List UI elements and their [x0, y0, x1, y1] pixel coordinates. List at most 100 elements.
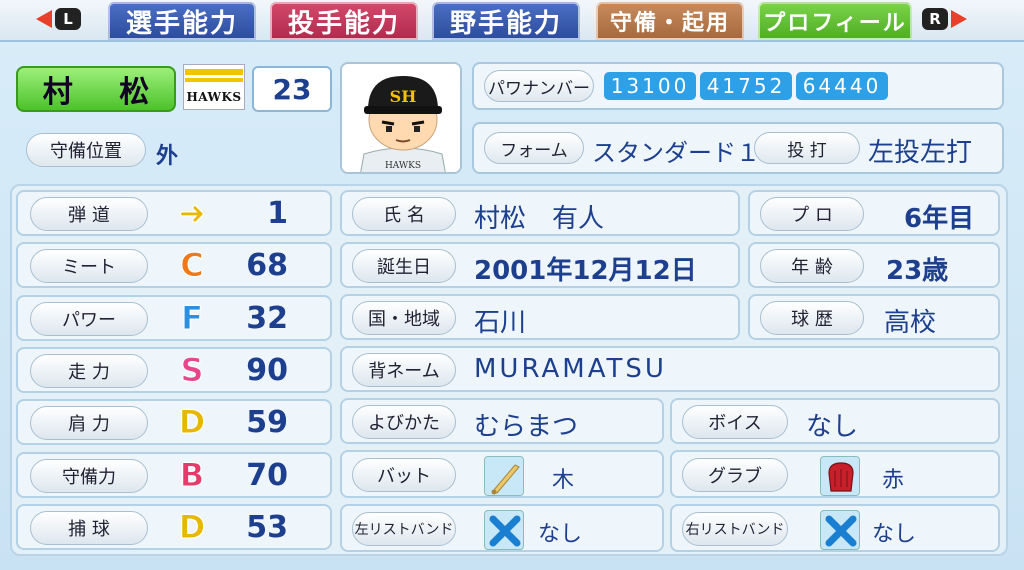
trajectory-arrow-icon: ➜ [178, 194, 206, 233]
power-number-3: 64440 [796, 72, 888, 100]
stat-row: ミート C 68 [16, 242, 332, 288]
team-logo: HAWKS [183, 64, 245, 110]
stat-label: 走 力 [30, 354, 148, 388]
stat-row: 弾 道 ➜ 1 [16, 190, 332, 236]
stat-label: 弾 道 [30, 197, 148, 231]
l-key: L [55, 8, 81, 30]
career-row: 球 歴 高校 [748, 294, 1000, 340]
stat-label: 肩 力 [30, 406, 148, 440]
right-wristband-row: 右リストバンド なし [670, 504, 1000, 552]
stat-grade: S [180, 351, 204, 390]
back-name-row: 背ネーム MURAMATSU [340, 346, 1000, 392]
stat-value: 53 [246, 510, 288, 545]
birthday-row: 誕生日 2001年12月12日 [340, 242, 740, 288]
power-number-panel: パワナンバー 13100 41752 64440 [472, 62, 1004, 110]
back-name-value: MURAMATSU [474, 354, 667, 384]
hand-value: 左投左打 [868, 138, 973, 168]
stat-value: 59 [246, 405, 288, 440]
voice-value: なし [806, 412, 859, 442]
none-x-icon [820, 510, 860, 550]
voice-row: ボイス なし [670, 398, 1000, 444]
stat-grade: D [178, 508, 206, 547]
tab-defense-usage[interactable]: 守備・起用 [596, 2, 744, 40]
tab-fielder-abilities[interactable]: 野手能力 [432, 2, 580, 40]
hand-label: 投 打 [754, 132, 860, 164]
power-number-1: 13100 [604, 72, 696, 100]
glove-row: グラブ 赤 [670, 450, 1000, 498]
form-panel: フォーム スタンダード１２７ 投 打 左投左打 [472, 122, 1004, 174]
r-key: R [922, 8, 948, 30]
screen: L 選手能力 投手能力 野手能力 守備・起用 プロフィール R 村 松 HAWK… [0, 0, 1024, 570]
bat-value: 木 [552, 468, 575, 493]
right-wristband-label: 右リストバンド [682, 512, 788, 546]
bat-icon [484, 456, 524, 496]
back-name-label: 背ネーム [352, 353, 456, 387]
uniform-number: 23 [252, 66, 332, 112]
stat-row: 走 力 S 90 [16, 347, 332, 393]
career-label: 球 歴 [760, 301, 864, 335]
stat-grade: D [178, 403, 206, 442]
player-name: 村 松 [16, 66, 176, 112]
glove-value: 赤 [882, 468, 905, 493]
arrow-right-icon [951, 10, 967, 28]
region-value: 石川 [474, 308, 527, 338]
reading-row: よびかた むらまつ [340, 398, 664, 444]
left-wristband-label: 左リストバンド [352, 512, 456, 546]
svg-text:SH: SH [390, 87, 417, 106]
pro-years-row: プ ロ 6年目 [748, 190, 1000, 236]
prev-tab-control[interactable]: L [36, 6, 81, 32]
right-wristband-value: なし [872, 522, 917, 547]
birthday-value: 2001年12月12日 [474, 256, 697, 286]
birthday-label: 誕生日 [352, 249, 456, 283]
age-label: 年 齢 [760, 249, 864, 283]
pro-years-label: プ ロ [760, 197, 864, 231]
stat-label: 捕 球 [30, 511, 148, 545]
tab-pitcher-abilities[interactable]: 投手能力 [270, 2, 418, 40]
stat-value: 70 [246, 458, 288, 493]
stat-value: 90 [246, 353, 288, 388]
stat-grade: B [179, 456, 205, 495]
voice-label: ボイス [682, 405, 788, 439]
stat-label: ミート [30, 249, 148, 283]
player-portrait: HAWKS SH [340, 62, 462, 174]
form-label: フォーム [484, 132, 584, 164]
left-wristband-row: 左リストバンド なし [340, 504, 664, 552]
left-wristband-value: なし [538, 522, 583, 547]
next-tab-control[interactable]: R [922, 6, 967, 32]
age-row: 年 齢 23歳 [748, 242, 1000, 288]
stat-row: 守備力 B 70 [16, 452, 332, 498]
career-value: 高校 [884, 308, 937, 338]
stat-value: 68 [246, 248, 288, 283]
age-value: 23歳 [886, 256, 949, 286]
stat-label: 守備力 [30, 459, 148, 493]
reading-label: よびかた [352, 405, 456, 439]
bat-row: バット 木 [340, 450, 664, 498]
region-row: 国・地域 石川 [340, 294, 740, 340]
power-number-2: 41752 [700, 72, 792, 100]
stat-value: 32 [246, 301, 288, 336]
position-value: 外 [156, 144, 179, 169]
full-name-row: 氏 名 村松 有人 [340, 190, 740, 236]
bat-label: バット [352, 458, 456, 492]
full-name-label: 氏 名 [352, 197, 456, 231]
tab-batter-abilities[interactable]: 選手能力 [108, 2, 256, 40]
arrow-left-icon [36, 10, 52, 28]
tab-bar: L 選手能力 投手能力 野手能力 守備・起用 プロフィール R [0, 0, 1024, 42]
svg-text:HAWKS: HAWKS [385, 161, 421, 171]
glove-label: グラブ [682, 458, 788, 492]
stat-label: パワー [30, 302, 148, 336]
stat-grade: F [181, 299, 204, 338]
position-label: 守備位置 [26, 133, 146, 167]
stat-row: 肩 力 D 59 [16, 399, 332, 445]
power-number-label: パワナンバー [484, 70, 594, 102]
region-label: 国・地域 [352, 301, 456, 335]
stat-grade: C [180, 246, 204, 285]
pro-years-value: 6年目 [904, 204, 975, 234]
tab-profile[interactable]: プロフィール [758, 2, 912, 40]
full-name-value: 村松 有人 [474, 204, 605, 234]
none-x-icon [484, 510, 524, 550]
stat-value: 1 [267, 196, 288, 231]
reading-value: むらまつ [474, 412, 579, 442]
stat-row: パワー F 32 [16, 295, 332, 341]
stat-row: 捕 球 D 53 [16, 504, 332, 550]
